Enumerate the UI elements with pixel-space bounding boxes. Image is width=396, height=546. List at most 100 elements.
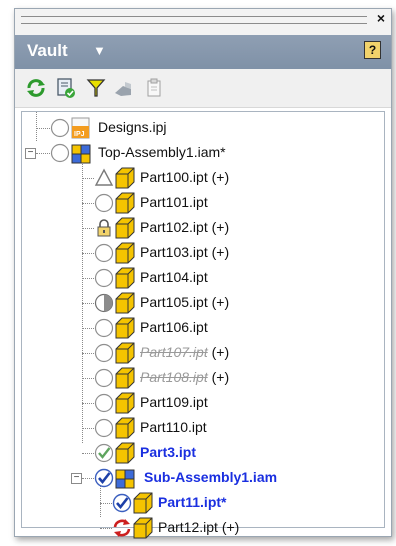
part-file-icon <box>115 367 135 389</box>
checkmark-gray-icon <box>94 443 114 463</box>
part-file-icon <box>115 217 135 239</box>
clipboard-icon[interactable] <box>143 77 165 99</box>
status-empty-icon <box>50 143 70 163</box>
tree-item-part101[interactable]: Part101.ipt <box>22 191 382 216</box>
vault-tree: IPJ Designs.ipj − Top-Assembly1.iam* Par… <box>21 111 385 539</box>
tree-item-label: Part106.ipt <box>140 319 208 335</box>
checkmark-blue-icon <box>112 493 132 513</box>
tree-item-label: Part107.ipt <box>140 344 208 360</box>
tree-connector <box>82 453 94 454</box>
tree-connector <box>82 253 94 254</box>
tree-connector <box>100 528 112 529</box>
status-empty-icon <box>94 343 114 363</box>
tree-item-part110[interactable]: Part110.ipt <box>22 416 382 441</box>
tree-item-label: Part110.ipt <box>140 419 207 435</box>
part-file-icon <box>133 517 153 539</box>
help-icon[interactable]: ? <box>364 41 381 59</box>
tree-item-label: Top-Assembly1.iam* <box>98 144 226 160</box>
tree-item-label: Part109.ipt <box>140 394 208 410</box>
lock-icon <box>97 219 111 237</box>
disabled-tool-icon[interactable] <box>113 77 135 99</box>
status-empty-icon <box>94 318 114 338</box>
tree-item-part105[interactable]: Part105.ipt (+) <box>22 291 382 316</box>
refresh-red-icon <box>113 519 131 537</box>
status-empty-icon <box>94 368 114 388</box>
tree-item-label-group: Part108.ipt (+) <box>140 369 229 385</box>
assembly-file-icon <box>115 469 135 489</box>
tree-item-part12[interactable]: Part12.ipt (+) <box>22 516 382 541</box>
collapse-toggle[interactable]: − <box>25 148 36 159</box>
status-empty-icon <box>94 393 114 413</box>
tree-item-part106[interactable]: Part106.ipt <box>22 316 382 341</box>
status-empty-icon <box>94 268 114 288</box>
tree-connector <box>82 303 94 304</box>
part-file-icon <box>115 267 135 289</box>
tree-item-label: Part3.ipt <box>140 444 197 460</box>
tree-item-label: Part108.ipt <box>140 369 208 385</box>
tree-item-label: Part11.ipt* <box>158 494 227 510</box>
tree-connector <box>82 428 94 429</box>
vault-panel: × Vault ▼ ? IPJ Designs.ipj − Top-Assemb… <box>14 8 392 539</box>
svg-text:IPJ: IPJ <box>74 131 85 138</box>
filter-icon[interactable] <box>85 77 107 99</box>
panel-titlebar[interactable]: Vault ▼ ? <box>15 35 391 69</box>
status-empty-icon <box>94 243 114 263</box>
tree-item-label: Part102.ipt (+) <box>140 219 230 235</box>
part-file-icon <box>115 167 135 189</box>
status-empty-icon <box>94 418 114 438</box>
part-file-icon <box>115 192 135 214</box>
tree-connector <box>82 478 94 479</box>
part-file-icon <box>115 292 135 314</box>
tree-item-label: Part12.ipt (+) <box>158 519 240 535</box>
part-file-icon <box>115 317 135 339</box>
refresh-icon[interactable] <box>25 77 47 99</box>
tree-connector <box>82 228 94 229</box>
tree-connector <box>82 353 94 354</box>
status-empty-icon <box>50 118 70 138</box>
tree-item-part107[interactable]: Part107.ipt (+) <box>22 341 382 366</box>
status-empty-icon <box>94 193 114 213</box>
tree-connector <box>82 278 94 279</box>
tree-item-part104[interactable]: Part104.ipt <box>22 266 382 291</box>
check-in-icon[interactable] <box>55 77 77 99</box>
tree-item-label: Part101.ipt <box>140 194 208 210</box>
part-file-icon <box>115 242 135 264</box>
project-file-icon: IPJ <box>71 117 90 139</box>
part-file-icon <box>133 492 153 514</box>
tree-connector <box>36 153 50 154</box>
part-file-icon <box>115 417 135 439</box>
tree-connector <box>82 403 94 404</box>
tree-item-suffix: (+) <box>207 344 230 360</box>
tree-item-top-assembly[interactable]: − Top-Assembly1.iam* <box>22 141 382 166</box>
tree-connector <box>82 178 94 179</box>
half-circle-status-icon <box>94 293 114 313</box>
tree-connector <box>100 503 112 504</box>
tree-item-label: Sub-Assembly1.iam <box>144 469 278 485</box>
tree-item-label-group: Part107.ipt (+) <box>140 344 229 360</box>
tree-item-designs-ipj[interactable]: IPJ Designs.ipj <box>22 116 382 141</box>
assembly-file-icon <box>71 144 91 164</box>
tree-item-label: Part103.ipt (+) <box>140 244 230 260</box>
tree-item-label: Designs.ipj <box>98 119 167 135</box>
toolbar <box>15 69 391 108</box>
tree-connector <box>82 203 94 204</box>
tree-item-part108[interactable]: Part108.ipt (+) <box>22 366 382 391</box>
collapse-toggle[interactable]: − <box>71 473 82 484</box>
tree-item-suffix: (+) <box>207 369 230 385</box>
panel-title[interactable]: Vault <box>27 41 68 61</box>
tree-item-part109[interactable]: Part109.ipt <box>22 391 382 416</box>
tree-item-label: Part104.ipt <box>140 269 208 285</box>
checkmark-blue-icon <box>94 468 114 488</box>
tree-item-part11[interactable]: Part11.ipt* <box>22 491 382 516</box>
tree-item-label: Part105.ipt (+) <box>140 294 230 310</box>
panel-grip[interactable]: × <box>15 9 391 35</box>
tree-item-part3[interactable]: Part3.ipt <box>22 441 382 466</box>
close-icon[interactable]: × <box>377 10 385 26</box>
tree-item-part103[interactable]: Part103.ipt (+) <box>22 241 382 266</box>
tree-item-sub-assembly[interactable]: − Sub-Assembly1.iam <box>22 466 382 491</box>
tree-connector <box>82 328 94 329</box>
tree-item-part100[interactable]: Part100.ipt (+) <box>22 166 382 191</box>
tree-item-part102[interactable]: Part102.ipt (+) <box>22 216 382 241</box>
chevron-down-icon[interactable]: ▼ <box>93 43 106 58</box>
part-file-icon <box>115 342 135 364</box>
